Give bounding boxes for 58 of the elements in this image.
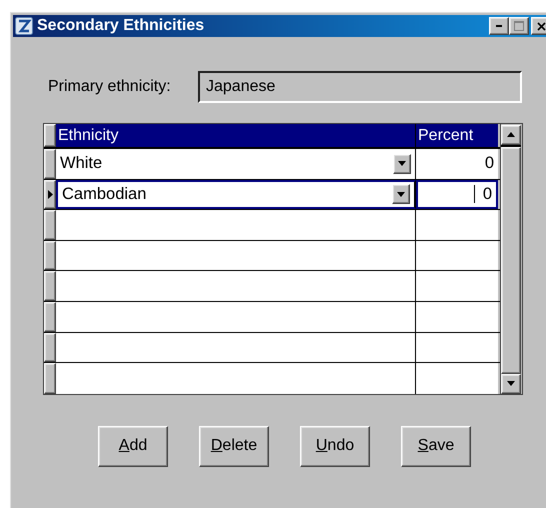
table-cell[interactable] <box>416 210 498 240</box>
row-indicator[interactable] <box>44 363 56 394</box>
table-row[interactable]: Cambodian 0 <box>44 180 500 210</box>
app-logo-icon <box>15 17 33 35</box>
table-row[interactable] <box>44 240 500 272</box>
table-cell[interactable] <box>56 363 416 394</box>
action-button[interactable]: Delete <box>199 426 269 467</box>
table-cell[interactable] <box>56 302 416 332</box>
row-indicator[interactable] <box>44 332 56 362</box>
row-indicator[interactable] <box>44 302 56 332</box>
ethnicity-dropdown[interactable]: White <box>56 149 416 179</box>
row-indicator[interactable] <box>44 240 56 270</box>
row-indicator[interactable] <box>44 210 56 240</box>
table-cell[interactable] <box>416 271 498 301</box>
table-cell[interactable] <box>56 271 416 301</box>
primary-ethnicity-label: Primary ethnicity: <box>48 78 172 96</box>
table-cell[interactable] <box>416 363 498 394</box>
scrollbar[interactable] <box>500 124 521 394</box>
up-arrow-icon <box>507 132 515 137</box>
table-cell[interactable] <box>56 210 416 240</box>
maximize-button[interactable] <box>509 17 529 35</box>
ethnicity-dropdown[interactable]: Cambodian <box>56 180 416 210</box>
scroll-up-button[interactable] <box>501 124 521 144</box>
table-row[interactable] <box>44 271 500 302</box>
table-cell[interactable] <box>416 302 498 332</box>
table-row[interactable]: White 0 <box>44 149 500 180</box>
down-arrow-icon <box>507 381 515 386</box>
close-button[interactable] <box>531 17 546 35</box>
table-row[interactable] <box>44 332 500 364</box>
table-row[interactable] <box>44 210 500 241</box>
row-indicator[interactable] <box>44 271 56 301</box>
close-icon <box>536 22 546 30</box>
row-indicator[interactable] <box>44 180 56 210</box>
dropdown-button[interactable] <box>392 184 410 204</box>
caret-icon <box>397 192 405 197</box>
row-indicator[interactable] <box>44 149 56 179</box>
maximize-icon <box>514 21 524 31</box>
dropdown-button[interactable] <box>393 154 411 174</box>
action-button[interactable]: Undo <box>300 426 370 467</box>
table-cell[interactable] <box>416 240 498 270</box>
table-row[interactable] <box>44 302 500 333</box>
minimize-icon <box>496 25 502 27</box>
table-cell[interactable] <box>56 332 416 362</box>
scroll-down-button[interactable] <box>501 374 521 394</box>
current-row-arrow-icon <box>48 190 52 199</box>
action-button[interactable]: Save <box>401 426 471 467</box>
table-cell[interactable] <box>416 332 498 362</box>
primary-ethnicity-field[interactable]: Japanese <box>198 71 522 103</box>
table-cell[interactable] <box>56 240 416 270</box>
action-button[interactable]: Add <box>98 426 168 467</box>
scroll-thumb[interactable] <box>501 147 521 374</box>
window-title: Secondary Ethnicities <box>37 17 206 35</box>
column-header[interactable]: Ethnicity <box>56 124 416 147</box>
caret-icon <box>398 161 406 166</box>
minimize-button[interactable] <box>489 17 509 35</box>
percent-field[interactable]: 0 <box>416 180 498 210</box>
column-header[interactable]: Percent <box>416 124 498 147</box>
percent-field[interactable]: 0 <box>416 149 498 179</box>
